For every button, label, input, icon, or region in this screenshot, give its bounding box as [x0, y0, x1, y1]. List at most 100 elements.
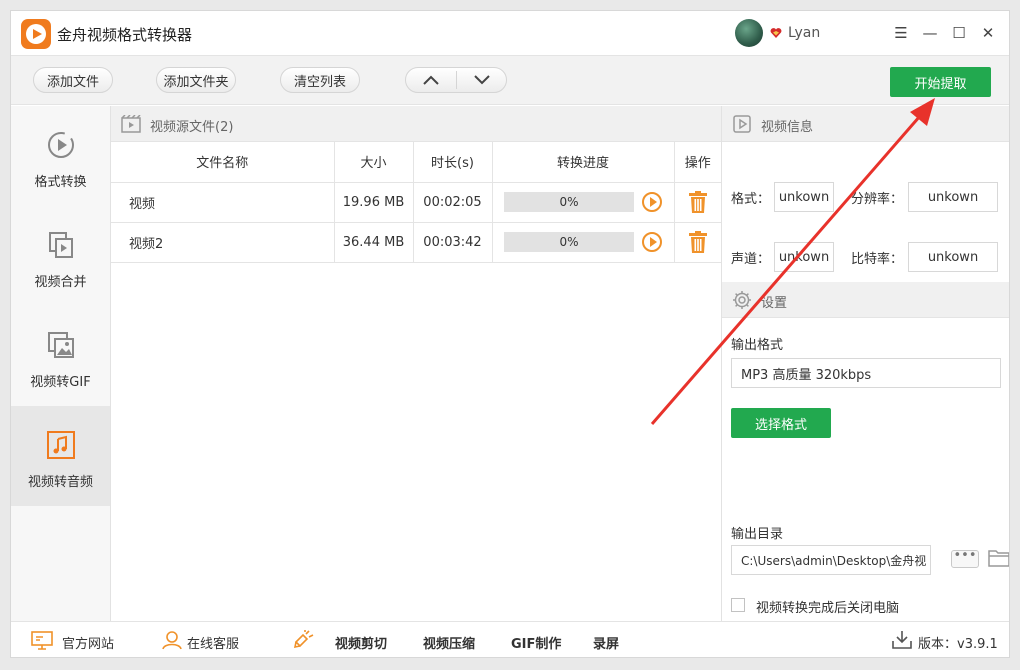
table-header-row: 文件名称 大小 时长(s) 转换进度 操作 [111, 142, 721, 183]
column-header: 操作 [674, 142, 721, 183]
settings-header: 设置 [722, 282, 1009, 318]
maximize-icon[interactable]: ☐ [949, 23, 969, 43]
video-info-header: 视频信息 [722, 106, 1009, 142]
play-icon[interactable] [642, 192, 662, 212]
file-table: 文件名称 大小 时长(s) 转换进度 操作 视频 19.96 MB 00:02:… [111, 142, 721, 263]
file-name: 视频 [111, 182, 335, 223]
support-icon [162, 631, 182, 650]
progress-bar: 0% [504, 192, 634, 212]
title-bar: 金舟视频格式转换器 Lyan ☰ — ☐ ✕ [11, 11, 1009, 55]
film-icon [121, 115, 141, 133]
move-buttons [405, 67, 507, 93]
table-row[interactable]: 视频2 36.44 MB 00:03:42 0% [111, 222, 721, 263]
user-name[interactable]: Lyan [788, 25, 820, 41]
app-window: 金舟视频格式转换器 Lyan ☰ — ☐ ✕ 添加文件 添加文件夹 清空列表 开… [10, 10, 1010, 658]
folder-icon[interactable] [988, 548, 1010, 568]
vip-heart-icon [770, 28, 782, 38]
add-file-button[interactable]: 添加文件 [33, 67, 113, 93]
gif-icon [48, 332, 74, 358]
clear-list-button[interactable]: 清空列表 [280, 67, 360, 93]
file-list-title: 视频源文件(2) [150, 120, 234, 135]
start-extract-button[interactable]: 开始提取 [890, 67, 991, 97]
bitrate-label: 比特率： [851, 252, 904, 267]
user-avatar[interactable] [735, 19, 763, 47]
resolution-label: 分辨率： [851, 192, 904, 207]
file-size: 36.44 MB [334, 222, 414, 263]
file-size: 19.96 MB [334, 182, 414, 223]
version-text: 版本：v3.9.1 [918, 637, 998, 652]
output-format-field[interactable]: MP3 高质量 320kbps [731, 358, 1001, 388]
record-link[interactable]: 录屏 [593, 633, 619, 652]
format-value: unkown [774, 182, 834, 212]
move-down-button[interactable] [457, 68, 507, 92]
compress-link[interactable]: 视频压缩 [423, 633, 475, 652]
monitor-icon [31, 631, 53, 650]
play-icon[interactable] [642, 232, 662, 252]
sidebar: 格式转换 视频合并 视频转GIF 视频转音频 [11, 106, 111, 621]
bottom-bar: 官方网站 在线客服 视频剪切 视频压缩 GIF制作 录屏 版本：v3.9.1 [11, 621, 1009, 657]
trash-icon[interactable] [688, 191, 708, 213]
trash-icon[interactable] [688, 231, 708, 253]
toolbar: 添加文件 添加文件夹 清空列表 开始提取 [11, 55, 1009, 105]
output-dir-field[interactable]: C:\Users\admin\Desktop\金舟视 [731, 545, 931, 575]
output-dir-label: 输出目录 [731, 527, 784, 542]
settings-title: 设置 [761, 296, 788, 311]
sidebar-item-video-to-gif[interactable]: 视频转GIF [11, 306, 110, 406]
sidebar-item-label: 格式转换 [34, 175, 87, 190]
file-actions [674, 182, 721, 223]
table-row[interactable]: 视频 19.96 MB 00:02:05 0% [111, 182, 721, 223]
sidebar-item-label: 视频合并 [34, 275, 87, 290]
file-progress: 0% [492, 182, 675, 223]
output-format-label: 输出格式 [731, 338, 784, 353]
add-folder-button[interactable]: 添加文件夹 [156, 67, 236, 93]
gear-icon [733, 291, 751, 309]
shutdown-checkbox[interactable] [731, 598, 745, 612]
sidebar-item-video-merge[interactable]: 视频合并 [11, 206, 110, 306]
merge-icon [49, 232, 73, 258]
file-duration: 00:03:42 [413, 222, 493, 263]
progress-bar: 0% [504, 232, 634, 252]
sidebar-item-format-convert[interactable]: 格式转换 [11, 106, 110, 206]
convert-icon [48, 132, 74, 158]
resolution-value: unkown [908, 182, 998, 212]
clip-link[interactable]: 视频剪切 [335, 633, 387, 652]
website-link[interactable]: 官方网站 [62, 633, 114, 652]
move-up-button[interactable] [406, 68, 456, 92]
right-panel: 视频信息 格式： unkown 分辨率： unkown 声道： unkown 比… [721, 106, 1010, 621]
column-header: 大小 [334, 142, 414, 183]
column-header: 时长(s) [413, 142, 493, 183]
sidebar-item-label: 视频转音频 [27, 475, 93, 490]
file-progress: 0% [492, 222, 675, 263]
sidebar-item-label: 视频转GIF [30, 375, 91, 390]
column-header: 转换进度 [492, 142, 675, 183]
app-logo-icon [21, 19, 51, 49]
bitrate-value: unkown [908, 242, 998, 272]
shutdown-label: 视频转换完成后关闭电脑 [756, 601, 900, 616]
gif-link[interactable]: GIF制作 [511, 633, 561, 652]
progress-text: 0% [559, 235, 579, 249]
minimize-icon[interactable]: — [920, 23, 940, 43]
music-icon [47, 431, 75, 459]
chevron-up-icon [423, 75, 439, 85]
browse-button[interactable]: ••• [951, 549, 979, 568]
choose-format-button[interactable]: 选择格式 [731, 408, 831, 438]
file-duration: 00:02:05 [413, 182, 493, 223]
channel-value: unkown [774, 242, 834, 272]
file-actions [674, 222, 721, 263]
video-info-icon [733, 115, 751, 133]
app-title: 金舟视频格式转换器 [57, 26, 193, 44]
channel-label: 声道： [731, 252, 771, 267]
file-name: 视频2 [111, 222, 335, 263]
video-info-title: 视频信息 [761, 120, 814, 135]
progress-text: 0% [559, 195, 579, 209]
menu-icon[interactable]: ☰ [891, 23, 911, 43]
format-label: 格式： [731, 192, 771, 207]
support-link[interactable]: 在线客服 [187, 633, 239, 652]
column-header: 文件名称 [111, 142, 335, 183]
sidebar-item-video-to-audio[interactable]: 视频转音频 [11, 406, 110, 506]
file-list-header: 视频源文件(2) [111, 106, 721, 142]
recommend-icon [293, 630, 314, 649]
close-icon[interactable]: ✕ [978, 23, 998, 43]
chevron-down-icon [474, 75, 490, 85]
download-icon[interactable] [891, 630, 913, 650]
